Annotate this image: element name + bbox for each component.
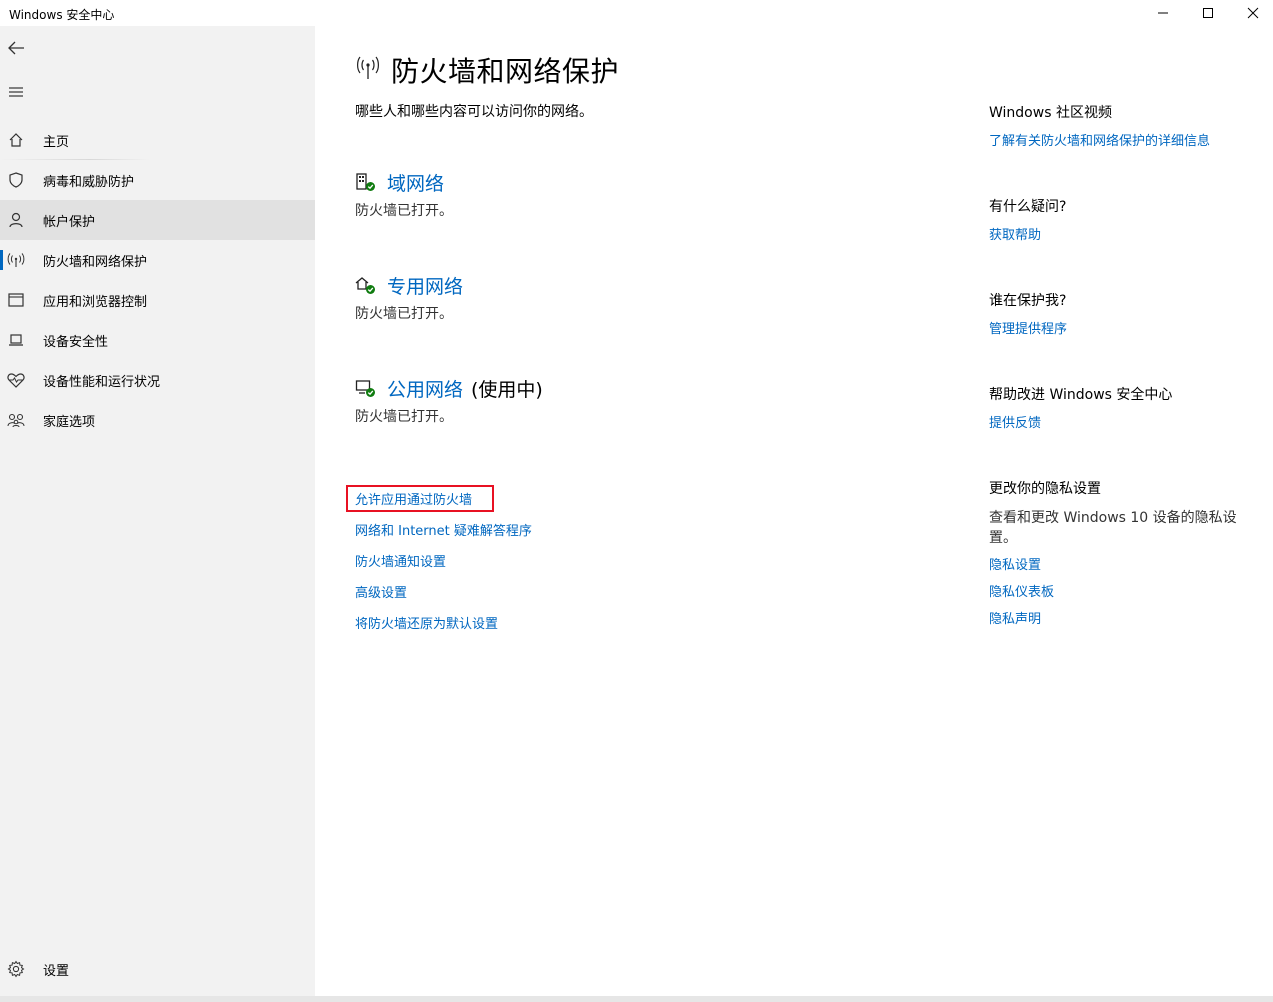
community-video-section: Windows 社区视频 了解有关防火墙和网络保护的详细信息	[989, 102, 1249, 149]
domain-network-link[interactable]: 域网络	[387, 169, 444, 196]
gear-icon	[0, 949, 32, 989]
feedback-section: 帮助改进 Windows 安全中心 提供反馈	[989, 384, 1249, 431]
private-network-icon	[355, 274, 377, 296]
wifi-antenna-icon	[355, 55, 381, 85]
title-bar: Windows 安全中心	[0, 0, 1273, 26]
section-heading: Windows 社区视频	[989, 105, 1112, 121]
section-heading: 更改你的隐私设置	[989, 481, 1101, 497]
sidebar: 主页 病毒和威胁防护 帐户保护 防火墙和网络保护 应用和浏览器控制 设备安全性 …	[0, 26, 315, 996]
page-header: 防火墙和网络保护	[355, 50, 619, 90]
section-heading: 谁在保护我?	[989, 293, 1067, 309]
privacy-settings-link[interactable]: 隐私设置	[989, 554, 1249, 573]
sidebar-item-device-security[interactable]: 设备安全性	[0, 320, 315, 360]
maximize-icon	[1203, 8, 1213, 18]
restore-defaults-link[interactable]: 将防火墙还原为默认设置	[355, 613, 498, 632]
window-bottom-edge	[0, 996, 1273, 1002]
public-network-icon	[355, 377, 377, 399]
sidebar-item-family-options[interactable]: 家庭选项	[0, 400, 315, 440]
domain-network-icon	[355, 171, 377, 193]
selection-indicator	[0, 250, 3, 270]
private-network-section: 专用网络 防火墙已打开。	[355, 271, 855, 323]
privacy-dashboard-link[interactable]: 隐私仪表板	[989, 581, 1249, 600]
sidebar-item-settings[interactable]: 设置	[0, 949, 315, 989]
sidebar-item-label: 家庭选项	[43, 414, 96, 430]
domain-network-status: 防火墙已打开。	[355, 203, 453, 219]
public-network-link[interactable]: 公用网络	[387, 375, 463, 402]
hamburger-icon	[9, 87, 23, 97]
home-icon	[0, 120, 32, 160]
sidebar-item-app-browser-control[interactable]: 应用和浏览器控制	[0, 280, 315, 320]
section-heading: 帮助改进 Windows 安全中心	[989, 387, 1173, 403]
manage-providers-link[interactable]: 管理提供程序	[989, 318, 1249, 337]
minimize-icon	[1158, 12, 1168, 14]
shield-icon	[0, 160, 32, 200]
back-button[interactable]	[0, 34, 32, 62]
maximize-button[interactable]	[1185, 0, 1231, 26]
sidebar-item-label: 应用和浏览器控制	[43, 294, 148, 310]
family-icon	[0, 400, 32, 440]
domain-network-section: 域网络 防火墙已打开。	[355, 168, 855, 220]
sidebar-item-label: 帐户保护	[43, 214, 96, 230]
page-description: 哪些人和哪些内容可以访问你的网络。	[355, 104, 593, 120]
wifi-antenna-icon	[0, 240, 32, 280]
person-icon	[0, 200, 32, 240]
privacy-description: 查看和更改 Windows 10 设备的隐私设置。	[989, 510, 1237, 546]
active-network-badge: (使用中)	[471, 378, 543, 401]
sidebar-item-account-protection[interactable]: 帐户保护	[0, 200, 315, 240]
privacy-statement-link[interactable]: 隐私声明	[989, 608, 1249, 627]
heart-pulse-icon	[0, 360, 32, 400]
give-feedback-link[interactable]: 提供反馈	[989, 412, 1249, 431]
sidebar-item-virus-protection[interactable]: 病毒和威胁防护	[0, 160, 315, 200]
sidebar-item-label: 设备安全性	[43, 334, 109, 350]
browser-window-icon	[0, 280, 32, 320]
public-network-status: 防火墙已打开。	[355, 409, 453, 425]
private-network-link[interactable]: 专用网络	[387, 272, 463, 299]
sidebar-item-firewall[interactable]: 防火墙和网络保护	[0, 240, 315, 280]
sidebar-item-label: 设置	[43, 963, 70, 979]
back-arrow-icon	[8, 41, 24, 55]
firewall-notification-settings-link[interactable]: 防火墙通知设置	[355, 551, 446, 570]
private-network-status: 防火墙已打开。	[355, 306, 453, 322]
privacy-section: 更改你的隐私设置 查看和更改 Windows 10 设备的隐私设置。 隐私设置 …	[989, 478, 1249, 627]
sidebar-item-label: 防火墙和网络保护	[43, 254, 148, 270]
sidebar-item-label: 病毒和威胁防护	[43, 174, 135, 190]
sidebar-item-home[interactable]: 主页	[0, 120, 315, 160]
public-network-section: 公用网络 (使用中) 防火墙已打开。	[355, 374, 855, 426]
section-heading: 有什么疑问?	[989, 199, 1067, 215]
question-section: 有什么疑问? 获取帮助	[989, 196, 1249, 243]
allow-app-through-firewall-link[interactable]: 允许应用通过防火墙	[355, 489, 472, 508]
advanced-settings-link[interactable]: 高级设置	[355, 582, 407, 601]
network-troubleshooter-link[interactable]: 网络和 Internet 疑难解答程序	[355, 520, 532, 539]
sidebar-item-label: 主页	[43, 134, 70, 150]
sidebar-item-device-health[interactable]: 设备性能和运行状况	[0, 360, 315, 400]
get-help-link[interactable]: 获取帮助	[989, 224, 1249, 243]
learn-more-link[interactable]: 了解有关防火墙和网络保护的详细信息	[989, 130, 1249, 149]
close-button[interactable]	[1230, 0, 1273, 26]
app-window: Windows 安全中心 主页 病毒和威胁防护 帐户保护 防火墙和网络保护 应用…	[0, 0, 1273, 1002]
protection-provider-section: 谁在保护我? 管理提供程序	[989, 290, 1249, 337]
minimize-button[interactable]	[1140, 0, 1186, 26]
window-title: Windows 安全中心	[9, 8, 115, 22]
hamburger-menu-button[interactable]	[0, 78, 32, 106]
close-icon	[1247, 7, 1259, 19]
sidebar-item-label: 设备性能和运行状况	[43, 374, 161, 390]
page-title: 防火墙和网络保护	[391, 55, 620, 88]
laptop-icon	[0, 320, 32, 360]
